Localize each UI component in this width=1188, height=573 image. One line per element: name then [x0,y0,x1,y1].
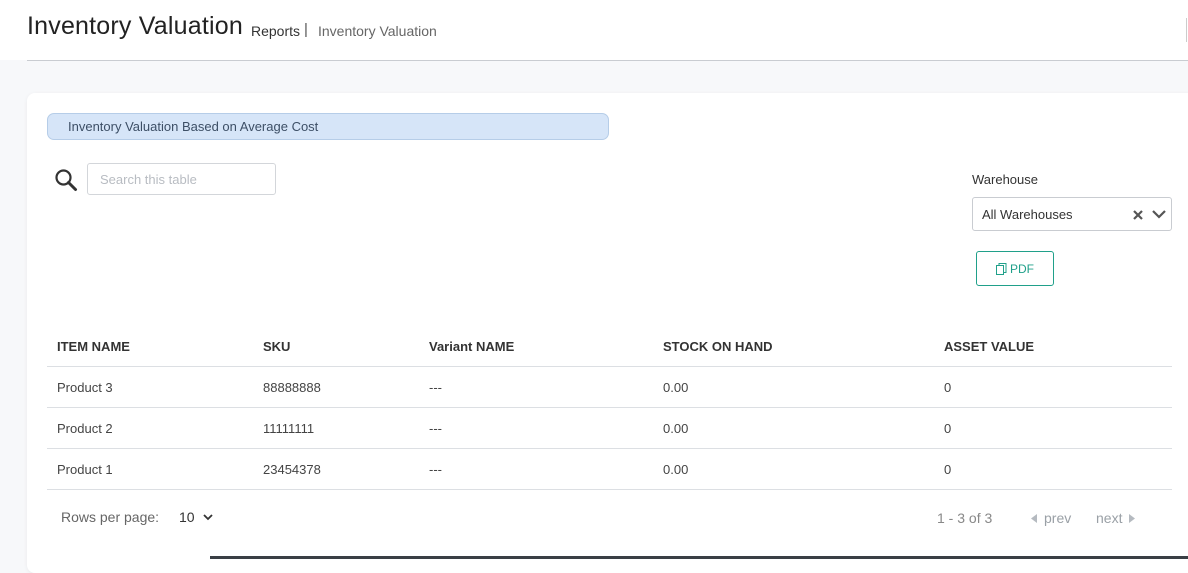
warehouse-label: Warehouse [972,172,1038,187]
cell-variant-name: --- [419,448,653,490]
prev-page-button[interactable]: prev [1031,510,1071,526]
pdf-export-button[interactable]: PDF [976,251,1054,286]
caret-left-icon [1031,513,1037,523]
column-header-sku[interactable]: SKU [253,326,419,367]
cell-asset-value: 0 [934,407,1172,449]
cell-sku: 23454378 [253,448,419,490]
cell-asset-value: 0 [934,448,1172,490]
rows-per-page-label: Rows per page: [61,509,160,525]
search-icon[interactable] [54,168,78,192]
cell-variant-name: --- [419,366,653,408]
cell-variant-name: --- [419,407,653,449]
cell-asset-value: 0 [934,366,1172,408]
column-header-item-name[interactable]: ITEM NAME [47,326,253,367]
valuation-method-banner: Inventory Valuation Based on Average Cos… [47,113,609,140]
chevron-down-icon [202,513,213,520]
prev-label: prev [1044,510,1072,526]
cell-sku: 88888888 [253,366,419,408]
table-row[interactable]: Product 1 23454378 --- 0.00 0 [47,448,1172,490]
column-header-stock-on-hand[interactable]: STOCK ON HAND [653,326,934,367]
table-row[interactable]: Product 3 88888888 --- 0.00 0 [47,366,1172,408]
pagination-range: 1 - 3 of 3 [937,510,993,526]
cell-sku: 11111111 [253,407,419,449]
rows-per-page-value: 10 [179,509,195,525]
search-input[interactable] [87,163,276,195]
table-row[interactable]: Product 2 11111111 --- 0.00 0 [47,407,1172,449]
close-icon[interactable] [1132,209,1144,221]
inventory-table: ITEM NAME SKU Variant NAME STOCK ON HAND… [47,326,1172,490]
cell-stock-on-hand: 0.00 [653,407,934,449]
next-page-button[interactable]: next [1096,510,1136,526]
document-icon [996,262,1007,275]
cell-item-name: Product 3 [47,366,253,408]
column-header-asset-value[interactable]: ASSET VALUE [934,326,1172,367]
next-label: next [1096,510,1123,526]
cell-stock-on-hand: 0.00 [653,448,934,490]
cell-stock-on-hand: 0.00 [653,366,934,408]
caret-right-icon [1129,513,1136,523]
table-header-row: ITEM NAME SKU Variant NAME STOCK ON HAND… [47,326,1172,367]
cell-item-name: Product 1 [47,448,253,490]
header-edge-divider [1186,18,1187,42]
rows-per-page-select[interactable]: 10 [179,509,213,525]
warehouse-select[interactable]: All Warehouses [972,197,1172,231]
column-header-variant-name[interactable]: Variant NAME [419,326,653,367]
warehouse-selected-value: All Warehouses [982,207,1073,222]
chevron-down-icon[interactable] [1151,208,1167,220]
pdf-button-label: PDF [1010,261,1034,276]
cell-item-name: Product 2 [47,407,253,449]
breadcrumb-current: Inventory Valuation [318,23,437,39]
breadcrumb-separator: | [304,21,308,38]
header-divider [27,60,1188,61]
breadcrumb-reports[interactable]: Reports [251,23,300,39]
page-title: Inventory Valuation [27,12,243,40]
